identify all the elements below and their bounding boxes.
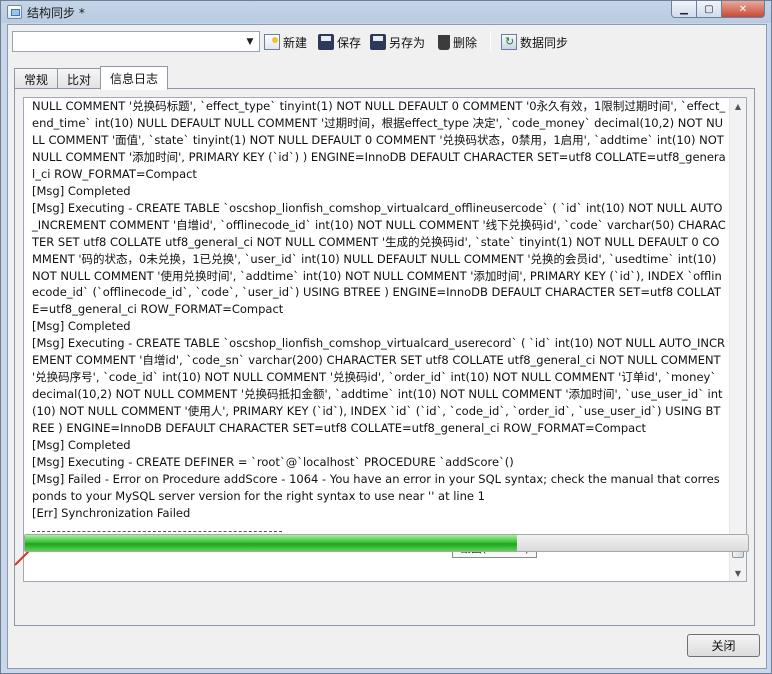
toolbar: ▼ 新建 保存 另存为 删除 数据同步	[8, 25, 766, 57]
log-line: [Msg] Failed - Error on Procedure addSco…	[32, 471, 720, 503]
log-line: NULL COMMENT '兑换码标题', `effect_type` tiny…	[32, 99, 728, 181]
minimize-icon[interactable]: ▁	[671, 1, 697, 18]
profile-select[interactable]: ▼	[12, 31, 260, 52]
scroll-up-icon[interactable]: ▲	[730, 98, 746, 114]
log-line: [Msg] Executing - CREATE TABLE `oscshop_…	[32, 336, 726, 436]
title-bar[interactable]: 结构同步 * ▁ ▢ ✕	[1, 1, 771, 23]
log-line-error: [Err] Synchronization Failed	[32, 505, 191, 520]
window-title: 结构同步 *	[27, 6, 85, 20]
new-file-icon	[264, 34, 280, 50]
client-area: ▼ 新建 保存 另存为 删除 数据同步	[7, 24, 767, 669]
window-controls: ▁ ▢ ✕	[671, 1, 765, 19]
delete-button[interactable]: 删除	[436, 32, 477, 52]
log-line: [Msg] Completed	[32, 438, 131, 453]
log-line: [Msg] Completed	[32, 183, 131, 198]
sync-icon	[501, 34, 517, 50]
message-log[interactable]: NULL COMMENT '兑换码标题', `effect_type` tiny…	[23, 97, 747, 582]
save-as-button-label: 另存为	[389, 35, 426, 50]
delete-button-label: 删除	[453, 35, 478, 50]
save-as-button[interactable]: 另存为	[370, 32, 425, 52]
close-icon[interactable]: ✕	[721, 1, 765, 18]
tab-compare[interactable]: 比对	[57, 68, 102, 89]
app-window: 结构同步 * ▁ ▢ ✕ ▼ 新建 保存 另存为 删除 ↻ 数据同步 常规 比对…	[0, 0, 772, 674]
log-line: [Msg] Executing - CREATE TABLE `oscshop_…	[32, 200, 726, 317]
save-as-icon	[370, 34, 386, 50]
log-text: NULL COMMENT '兑换码标题', `effect_type` tiny…	[32, 98, 726, 538]
chevron-down-icon[interactable]: ▼	[243, 34, 257, 49]
sync-progress-bar	[24, 534, 749, 552]
sync-progress-fill	[25, 535, 517, 551]
save-icon	[318, 34, 334, 50]
log-scrollbar[interactable]: ▲ ▼	[729, 98, 746, 581]
maximize-icon[interactable]: ▢	[696, 1, 722, 18]
save-button[interactable]: 保存	[318, 32, 361, 52]
toolbar-divider	[490, 31, 491, 51]
app-icon	[7, 5, 22, 19]
save-button-label: 保存	[337, 35, 362, 50]
scroll-down-icon[interactable]: ▼	[730, 565, 746, 581]
new-button-label: 新建	[283, 35, 308, 50]
trash-icon	[438, 34, 450, 50]
log-line: [Msg] Executing - CREATE DEFINER = `root…	[32, 455, 514, 470]
log-line: [Msg] Completed	[32, 319, 131, 334]
new-button[interactable]: 新建	[264, 32, 307, 52]
tab-general[interactable]: 常规	[14, 68, 59, 89]
close-button[interactable]: 关闭	[687, 634, 760, 657]
tab-strip: 常规 比对 信息日志	[14, 65, 169, 90]
data-sync-button[interactable]: 数据同步	[501, 32, 568, 52]
data-sync-button-label: 数据同步	[520, 35, 569, 50]
tab-message-log[interactable]: 信息日志	[100, 66, 169, 90]
